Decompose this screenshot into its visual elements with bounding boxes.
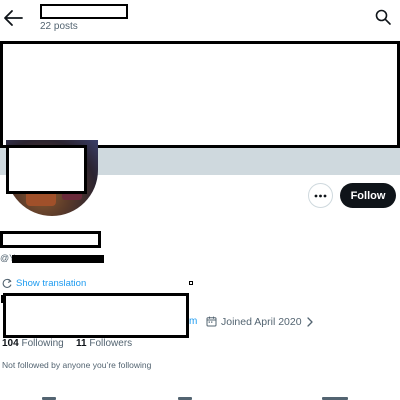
website-link[interactable]: m: [189, 316, 197, 327]
following-count: 104: [2, 338, 19, 349]
search-button[interactable]: [374, 8, 392, 26]
back-button[interactable]: [2, 8, 24, 28]
joined-label: Joined April 2020: [221, 315, 302, 328]
follow-button[interactable]: Follow: [340, 183, 396, 208]
arrow-left-icon: [4, 10, 23, 26]
profile-name-redacted: [40, 4, 128, 19]
chevron-right-icon[interactable]: [306, 316, 314, 327]
followers-count: 11: [76, 338, 87, 349]
small-redaction-mark: [189, 281, 193, 285]
followers-label: Followers: [89, 338, 133, 349]
following-link[interactable]: 104 Following: [2, 338, 64, 349]
avatar-redacted: [6, 145, 87, 194]
bio-redacted: [3, 293, 189, 338]
joined-date: Joined April 2020: [206, 314, 314, 329]
display-name-redacted: [0, 231, 101, 248]
posts-count: 22 posts: [40, 21, 78, 32]
follow-label: Follow: [350, 189, 386, 202]
more-options-button[interactable]: [308, 183, 333, 208]
following-label: Following: [21, 338, 64, 349]
show-translation-label: Show translation: [16, 277, 87, 289]
calendar-icon: [206, 316, 217, 327]
handle-redacted: [12, 255, 104, 263]
followers-link[interactable]: 11 Followers: [76, 338, 132, 349]
more-horizontal-icon: [314, 194, 327, 197]
search-icon: [375, 9, 391, 25]
show-translation-link[interactable]: Show translation: [2, 276, 86, 290]
banner-image-redacted: [0, 41, 400, 148]
not-followed-note: Not followed by anyone you’re following: [2, 360, 152, 370]
translate-icon: [2, 278, 12, 288]
